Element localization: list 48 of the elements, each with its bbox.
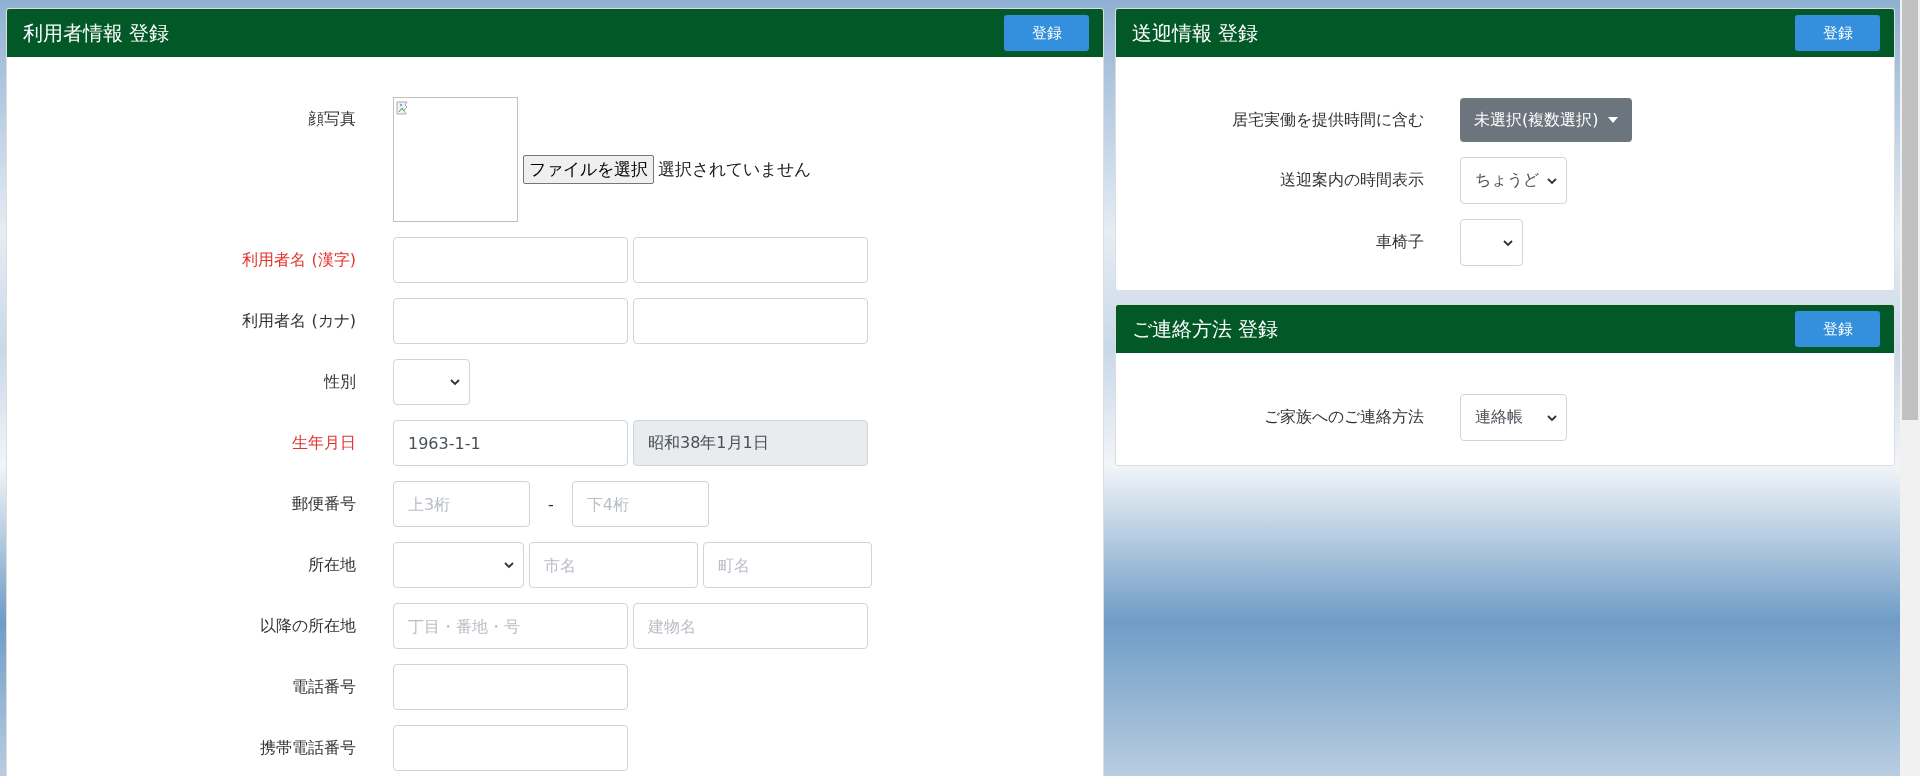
field-label: 送迎案内の時間表示 — [1279, 170, 1424, 191]
field-label: 性別 — [322, 371, 356, 393]
panel-title: ご連絡方法 登録 — [1132, 315, 1279, 343]
select-field[interactable] — [1460, 219, 1523, 266]
file-status: 選択されていません — [658, 158, 811, 181]
select-field[interactable] — [393, 542, 524, 588]
text-field[interactable]: 1963-1-1 — [393, 420, 628, 466]
text-field[interactable] — [393, 664, 628, 710]
text-field[interactable] — [633, 237, 868, 283]
field-label: 利用者名 (カナ) — [241, 310, 356, 332]
text-field[interactable] — [393, 725, 628, 771]
dropdown-button[interactable]: 未選択(複数選択) — [1460, 98, 1633, 142]
field-label: ご家族へのご連絡方法 — [1263, 407, 1424, 428]
text-field[interactable] — [393, 298, 628, 344]
scrollbar-thumb[interactable] — [1902, 0, 1918, 420]
field-label: 電話番号 — [291, 676, 356, 698]
text-field[interactable]: 町名 — [703, 542, 872, 588]
scrollbar[interactable] — [1900, 0, 1920, 776]
text-field[interactable]: 下4桁 — [571, 481, 709, 527]
field-label: 顔写真 — [307, 108, 356, 130]
caret-icon — [1608, 117, 1619, 123]
text-field[interactable] — [633, 298, 868, 344]
separator: - — [547, 494, 555, 514]
field-label: 利用者名 (漢字) — [241, 249, 356, 271]
field-label: 以降の所在地 — [259, 615, 356, 637]
chevron-icon — [1546, 176, 1558, 185]
text-field[interactable]: 昭和38年1月1日 — [633, 420, 868, 466]
field-label: 郵便番号 — [291, 493, 356, 515]
text-field[interactable]: 市名 — [529, 542, 698, 588]
field-label: 所在地 — [307, 554, 356, 576]
text-field[interactable]: 丁目・番地・号 — [393, 603, 628, 649]
text-field[interactable] — [393, 237, 628, 283]
field-label: 居宅実働を提供時間に含む — [1231, 109, 1424, 131]
field-label: 携帯電話番号 — [259, 737, 356, 759]
select-field[interactable]: 連絡帳 — [1460, 394, 1567, 441]
chevron-icon — [1546, 413, 1558, 422]
chevron-icon — [1502, 238, 1514, 247]
panel-title: 送迎情報 登録 — [1132, 19, 1259, 47]
field-label: 生年月日 — [291, 432, 356, 454]
text-field[interactable]: 上3桁 — [393, 481, 530, 527]
select-field[interactable]: ちょうど — [1460, 157, 1567, 204]
text-field[interactable]: 建物名 — [633, 603, 868, 649]
chevron-icon — [503, 561, 515, 569]
panel-title: 利用者情報 登録 — [23, 19, 170, 47]
select-field[interactable] — [393, 359, 470, 405]
chevron-icon — [449, 378, 461, 386]
choose-file-button[interactable]: ファイルを選択 — [523, 155, 654, 184]
field-label: 車椅子 — [1375, 232, 1424, 253]
